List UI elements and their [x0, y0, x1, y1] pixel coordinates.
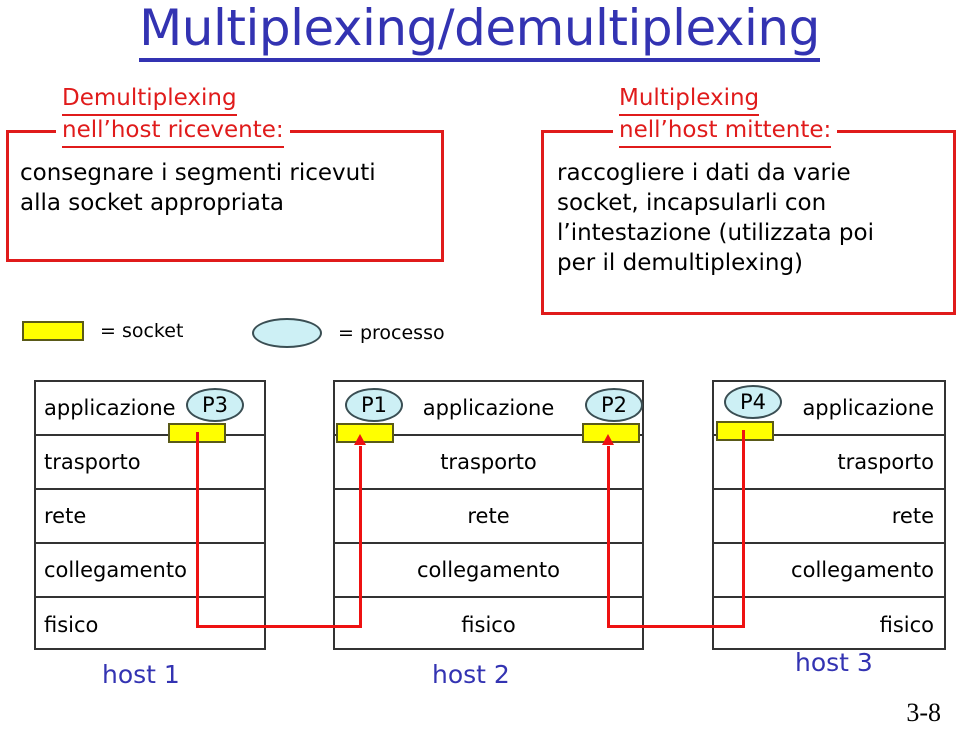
host-3-layer-rete: rete: [714, 490, 944, 544]
legend-item-processo: = processo: [252, 318, 445, 348]
multiplexing-heading-line-1: Multiplexing: [619, 84, 760, 116]
multiplexing-callout-body: raccogliere i dati da varie socket, inca…: [557, 158, 874, 278]
host-3-layer-fisico: fisico: [879, 613, 934, 637]
multiplexing-body-line-3: l’intestazione (utilizzata poi: [557, 220, 874, 246]
demultiplexing-heading-line-2: nell’host ricevente:: [62, 116, 284, 148]
host-1-layer-collegamento: collegamento: [36, 544, 264, 598]
host-1-layer-rete: rete: [36, 490, 264, 544]
slide-canvas: Multiplexing/demultiplexing Demultiplexi…: [0, 0, 959, 732]
process-swatch-icon: [252, 318, 322, 348]
demultiplexing-body-line-1: consegnare i segmenti ricevuti: [20, 160, 376, 186]
host-3-layer-collegamento: collegamento: [714, 544, 944, 598]
legend-item-socket: = socket: [22, 320, 183, 342]
host-1-caption: host 1: [102, 660, 180, 689]
connector-host1-vertical: [196, 432, 199, 628]
page-title-text: Multiplexing/demultiplexing: [139, 0, 820, 62]
legend-processo-label: = processo: [338, 322, 445, 344]
multiplexing-body-line-4: per il demultiplexing): [557, 250, 804, 276]
socket-p4: [716, 421, 774, 441]
connector-host2-p1-arrowhead: [354, 434, 366, 445]
process-p4: P4: [724, 385, 782, 419]
process-p1: P1: [345, 388, 403, 422]
host-2-layer-collegamento: collegamento: [335, 544, 642, 598]
connector-host2-p1-vertical: [359, 446, 362, 628]
host-2-layer-rete: rete: [335, 490, 642, 544]
connector-host1-to-host2-horizontal: [196, 625, 362, 628]
host-2-layer-trasporto: trasporto: [335, 436, 642, 490]
multiplexing-body-line-2: socket, incapsularli con: [557, 190, 827, 216]
host-2-layer-fisico: fisico: [461, 613, 516, 637]
demultiplexing-callout-body: consegnare i segmenti ricevuti alla sock…: [20, 158, 376, 218]
connector-host3-to-host2-horizontal: [607, 625, 745, 628]
demultiplexing-heading-line-1: Demultiplexing: [62, 84, 237, 116]
page-title: Multiplexing/demultiplexing: [0, 0, 959, 62]
multiplexing-body-line-1: raccogliere i dati da varie: [557, 160, 851, 186]
multiplexing-heading-line-2: nell’host mittente:: [619, 116, 832, 148]
demultiplexing-body-line-2: alla socket appropriata: [20, 190, 284, 216]
socket-swatch-icon: [22, 321, 84, 341]
multiplexing-callout-heading: Multiplexing nell’host mittente:: [613, 84, 838, 148]
host-3-layer-trasporto: trasporto: [714, 436, 944, 490]
connector-host2-p2-vertical: [607, 446, 610, 628]
host-1-layer-trasporto: trasporto: [36, 436, 264, 490]
host-2-caption: host 2: [432, 660, 510, 689]
connector-host2-p2-arrowhead: [602, 434, 614, 445]
process-p3: P3: [186, 388, 244, 422]
page-number: 3-8: [906, 698, 941, 727]
legend: = socket = processo: [0, 318, 959, 364]
host-3-caption: host 3: [795, 648, 873, 677]
process-p2: P2: [585, 388, 643, 422]
connector-host3-vertical: [742, 430, 745, 628]
host-1-protocol-stack: applicazione trasporto rete collegamento…: [34, 380, 266, 650]
legend-socket-label: = socket: [100, 320, 184, 342]
demultiplexing-callout-heading: Demultiplexing nell’host ricevente:: [56, 84, 290, 148]
